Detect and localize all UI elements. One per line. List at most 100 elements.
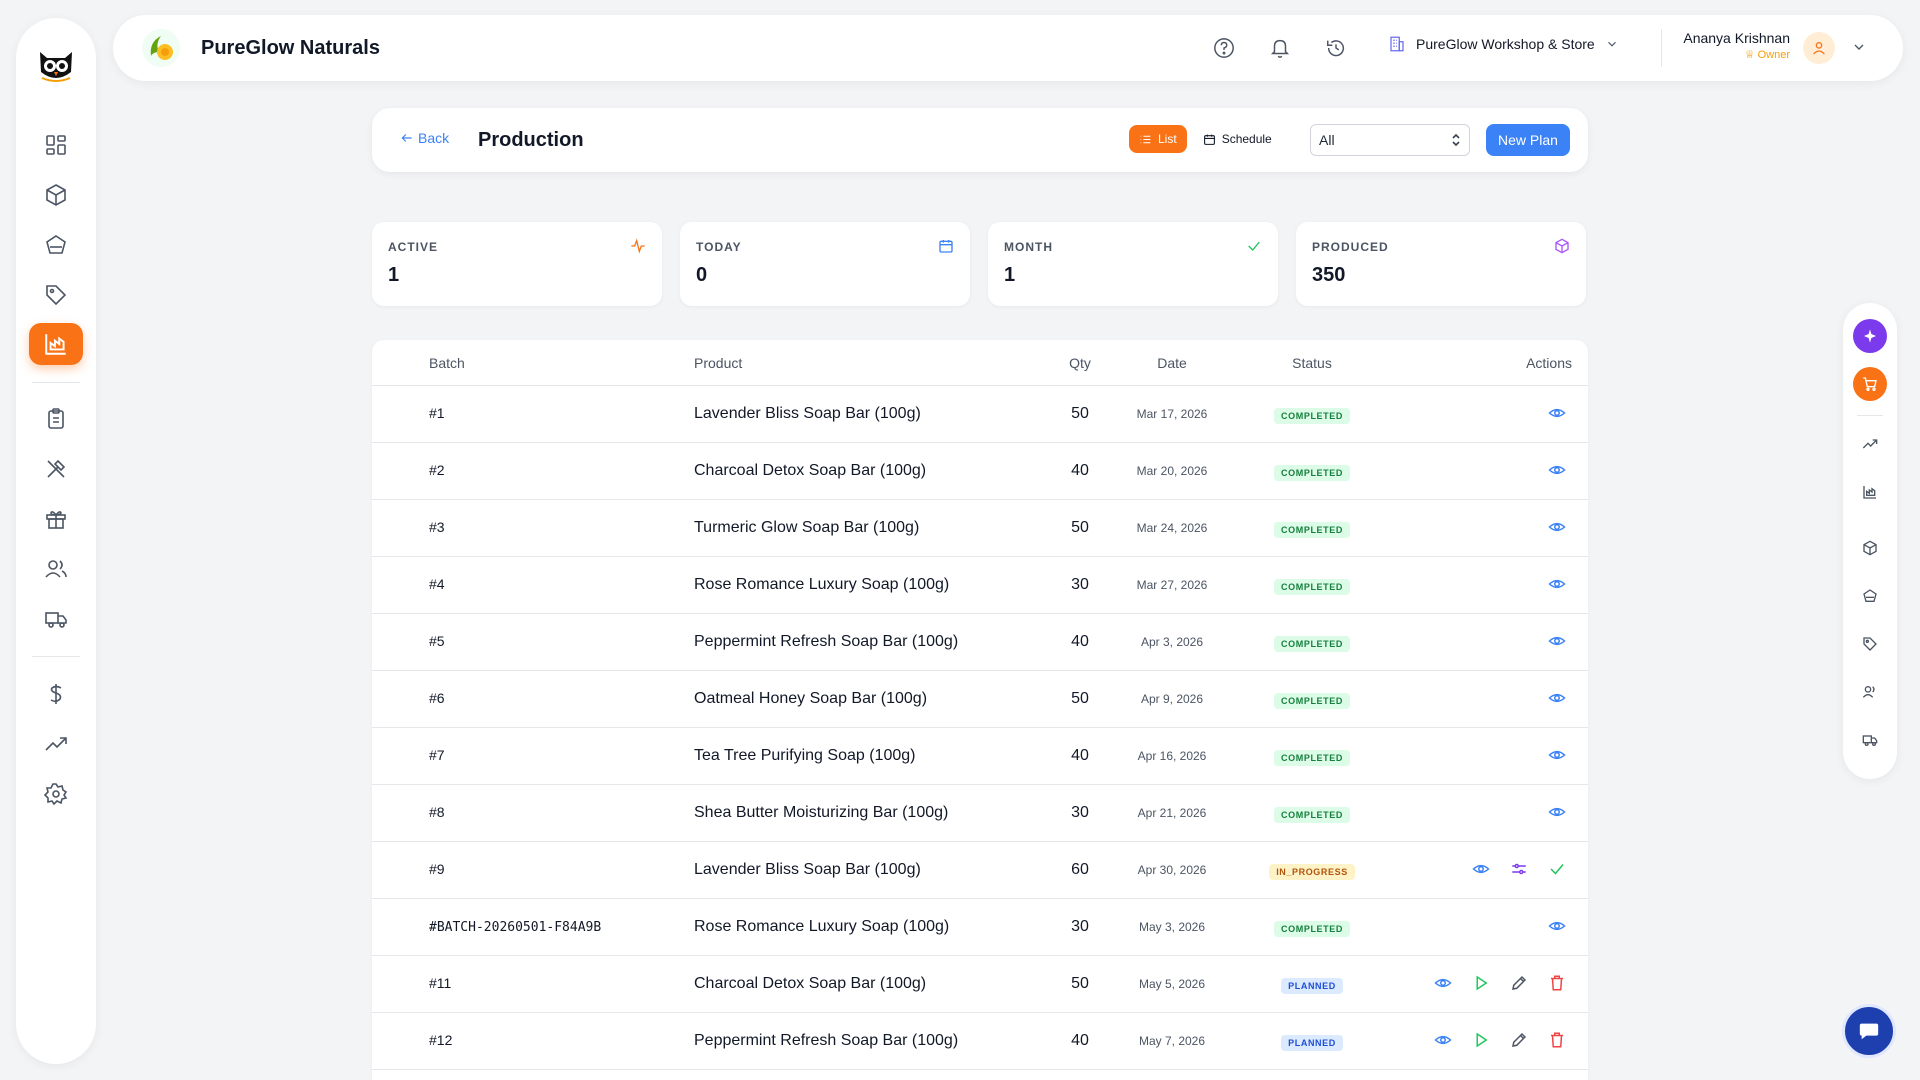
rail-customers-icon[interactable] bbox=[1853, 675, 1887, 709]
sidebar-customers-icon[interactable] bbox=[29, 548, 83, 590]
view-icon[interactable] bbox=[1548, 803, 1566, 821]
product-name: Oatmeal Honey Soap Bar (100g) bbox=[694, 690, 928, 707]
sidebar-tools-icon[interactable] bbox=[29, 448, 83, 490]
view-icon[interactable] bbox=[1548, 746, 1566, 764]
sidebar-finance-icon[interactable] bbox=[29, 673, 83, 715]
edit-icon[interactable] bbox=[1510, 1031, 1528, 1049]
stat-value: 350 bbox=[1312, 264, 1346, 286]
header-date[interactable]: Date bbox=[1112, 355, 1232, 371]
rail-ingredients-icon[interactable] bbox=[1853, 579, 1887, 613]
arrow-left-icon bbox=[400, 131, 414, 145]
sidebar-ingredients-icon[interactable] bbox=[29, 224, 83, 266]
sidebar-tags-icon[interactable] bbox=[29, 274, 83, 316]
schedule-view-button[interactable]: Schedule bbox=[1193, 125, 1282, 153]
table-row[interactable]: #5 Peppermint Refresh Soap Bar (100g) 40 Ap… bbox=[372, 614, 1588, 671]
view-toggle: List Schedule bbox=[1129, 125, 1282, 155]
ai-sparkle-icon[interactable] bbox=[1853, 319, 1887, 353]
status-cell: COMPLETED bbox=[1252, 691, 1372, 709]
rail-products-icon[interactable] bbox=[1853, 531, 1887, 565]
table-row[interactable]: #6 Oatmeal Honey Soap Bar (100g) 50 Apr 9, … bbox=[372, 671, 1588, 728]
row-actions bbox=[1548, 575, 1566, 593]
history-icon[interactable] bbox=[1325, 37, 1347, 59]
edit-icon[interactable] bbox=[1510, 974, 1528, 992]
brand-logo-icon[interactable] bbox=[141, 28, 181, 68]
date: Mar 24, 2026 bbox=[1136, 521, 1208, 535]
top-header: PureGlow Naturals PureGlow Workshop & St… bbox=[113, 15, 1903, 81]
header-product[interactable]: Product bbox=[694, 355, 742, 371]
start-icon[interactable] bbox=[1472, 974, 1490, 992]
sidebar-dashboard-icon[interactable] bbox=[29, 124, 83, 166]
select-arrows-icon bbox=[1451, 133, 1461, 147]
view-icon[interactable] bbox=[1548, 917, 1566, 935]
view-icon[interactable] bbox=[1548, 461, 1566, 479]
help-icon[interactable] bbox=[1213, 37, 1235, 59]
table-row[interactable]: #1 Lavender Bliss Soap Bar (100g) 50 Mar 17… bbox=[372, 386, 1588, 443]
chat-bubble-icon bbox=[1858, 1020, 1880, 1042]
date: Mar 20, 2026 bbox=[1136, 464, 1208, 478]
store-selector[interactable]: PureGlow Workshop & Store bbox=[1388, 35, 1619, 53]
sidebar-products-icon[interactable] bbox=[29, 174, 83, 216]
rail-tags-icon[interactable] bbox=[1853, 627, 1887, 661]
view-icon[interactable] bbox=[1434, 1031, 1452, 1049]
user-menu-chevron-icon[interactable] bbox=[1851, 39, 1867, 55]
table-row[interactable]: #4 Rose Romance Luxury Soap (100g) 30 Mar 2… bbox=[372, 557, 1588, 614]
status-filter-select[interactable]: All bbox=[1310, 124, 1470, 156]
list-view-button[interactable]: List bbox=[1129, 125, 1187, 153]
sidebar-gifts-icon[interactable] bbox=[29, 498, 83, 540]
sidebar-analytics-icon[interactable] bbox=[29, 723, 83, 765]
table-row[interactable]: #3 Turmeric Glow Soap Bar (100g) 50 Mar 24,… bbox=[372, 500, 1588, 557]
start-icon[interactable] bbox=[1472, 1031, 1490, 1049]
view-icon[interactable] bbox=[1548, 404, 1566, 422]
sidebar-orders-icon[interactable] bbox=[29, 398, 83, 440]
view-icon[interactable] bbox=[1548, 632, 1566, 650]
row-actions bbox=[1548, 746, 1566, 764]
table-row[interactable]: #BATCH-20260501-F84A9B Rose Romance Luxur… bbox=[372, 899, 1588, 956]
owl-logo-icon[interactable] bbox=[34, 42, 78, 86]
header-batch[interactable]: Batch bbox=[429, 355, 465, 371]
stat-label: ACTIVE bbox=[388, 240, 439, 254]
rail-production-icon[interactable] bbox=[1853, 475, 1887, 509]
row-actions bbox=[1472, 860, 1566, 878]
row-actions bbox=[1548, 518, 1566, 536]
view-icon[interactable] bbox=[1434, 974, 1452, 992]
chat-support-button[interactable] bbox=[1842, 1004, 1896, 1058]
page-title: Production bbox=[478, 129, 584, 151]
user-name: Ananya Krishnan bbox=[1683, 30, 1790, 46]
avatar[interactable] bbox=[1803, 32, 1835, 64]
table-row[interactable]: #7 Tea Tree Purifying Soap (100g) 40 Apr 16… bbox=[372, 728, 1588, 785]
sidebar-settings-icon[interactable] bbox=[29, 773, 83, 815]
date: May 7, 2026 bbox=[1138, 1034, 1206, 1048]
date: Apr 9, 2026 bbox=[1140, 692, 1204, 706]
complete-icon[interactable] bbox=[1548, 860, 1566, 878]
view-icon[interactable] bbox=[1548, 575, 1566, 593]
cart-icon[interactable] bbox=[1853, 367, 1887, 401]
table-row[interactable]: #11 Charcoal Detox Soap Bar (100g) 50 May 5… bbox=[372, 956, 1588, 1013]
adjust-icon[interactable] bbox=[1510, 860, 1528, 878]
back-button[interactable]: Back bbox=[392, 126, 457, 150]
status-cell: PLANNED bbox=[1252, 976, 1372, 994]
view-icon[interactable] bbox=[1548, 689, 1566, 707]
user-info[interactable]: Ananya Krishnan ♕ Owner bbox=[1680, 30, 1790, 61]
table-row[interactable]: #9 Lavender Bliss Soap Bar (100g) 60 Apr 30… bbox=[372, 842, 1588, 899]
batch-id: #12 bbox=[429, 1032, 453, 1048]
sidebar-divider bbox=[32, 656, 80, 657]
notifications-bell-icon[interactable] bbox=[1269, 37, 1291, 59]
view-icon[interactable] bbox=[1548, 518, 1566, 536]
batch-id: #1 bbox=[429, 405, 445, 421]
status-cell: COMPLETED bbox=[1252, 805, 1372, 823]
delete-icon[interactable] bbox=[1548, 974, 1566, 992]
new-plan-button[interactable]: New Plan bbox=[1486, 124, 1570, 156]
table-row[interactable]: #12 Peppermint Refresh Soap Bar (100g) 40 M… bbox=[372, 1013, 1588, 1070]
rail-trend-icon[interactable] bbox=[1853, 427, 1887, 461]
table-row[interactable]: #2 Charcoal Detox Soap Bar (100g) 40 Mar 20… bbox=[372, 443, 1588, 500]
rail-delivery-icon[interactable] bbox=[1853, 723, 1887, 757]
header-qty[interactable]: Qty bbox=[1062, 355, 1098, 371]
delete-icon[interactable] bbox=[1548, 1031, 1566, 1049]
table-header: Batch Product Qty Date Status Actions bbox=[372, 340, 1588, 386]
status-badge: COMPLETED bbox=[1274, 636, 1350, 652]
view-icon[interactable] bbox=[1472, 860, 1490, 878]
table-row[interactable]: #8 Shea Butter Moisturizing Bar (100g) 30 A… bbox=[372, 785, 1588, 842]
sidebar-delivery-icon[interactable] bbox=[29, 598, 83, 640]
header-status[interactable]: Status bbox=[1252, 355, 1372, 371]
sidebar-production-icon[interactable] bbox=[29, 323, 83, 365]
